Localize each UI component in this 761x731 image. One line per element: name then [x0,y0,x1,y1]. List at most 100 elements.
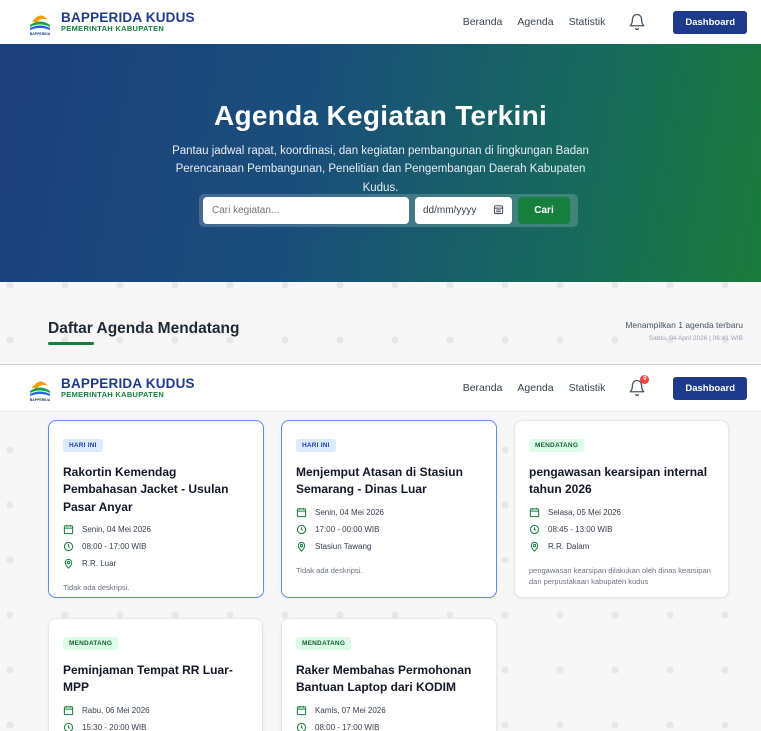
agenda-date: Kamis, 07 Mei 2026 [315,705,386,715]
date-placeholder: dd/mm/yyyy [423,205,477,216]
section-title-underline [48,342,94,345]
agenda-title: Rakortin Kemendag Pembahasan Jacket - Us… [63,465,229,514]
svg-text:BAPPERIDA: BAPPERIDA [30,398,51,402]
agenda-card[interactable]: MENDATANG Raker Membahas Permohonan Bant… [281,618,497,731]
agenda-status-badge: HARI INI [296,439,336,452]
agenda-time: 15:30 - 20:00 WIB [82,722,147,731]
location-pin-icon [296,541,307,552]
nav-links: Beranda Agenda Statistik Dashboard [463,10,747,34]
nav-link-statistik[interactable]: Statistik [569,16,606,28]
agenda-status-badge: MENDATANG [529,439,585,452]
nav-link-beranda[interactable]: Beranda [463,382,503,394]
search-input[interactable] [203,197,409,224]
agenda-status-badge: MENDATANG [63,637,119,650]
agenda-info: Kamis, 07 Mei 2026 08:00 - 17:00 WIB R.R… [296,705,482,731]
agenda-date-row: Rabu, 06 Mei 2026 [63,705,248,716]
brand-subtitle: PEMERINTAH KABUPATEN [61,24,165,34]
notification-badge: 0 [640,375,650,384]
agenda-status-badge: MENDATANG [296,637,352,650]
clock-icon [529,524,540,535]
agenda-date-row: Kamis, 07 Mei 2026 [296,705,482,716]
agenda-location: Stasiun Tawang [315,541,372,551]
agenda-info: Senin, 04 Mei 2026 17:00 - 00:00 WIB Sta… [296,507,482,552]
agenda-description: pengawasan kearsipan dilakukan oleh dina… [529,565,711,587]
agenda-description: Tidak ada deskripsi. [296,565,363,575]
agenda-section-header: Daftar Agenda Mendatang Menampilkan 1 ag… [0,282,761,365]
hero-description: Pantau jadwal rapat, koordinasi, dan keg… [172,145,589,194]
clock-icon [63,722,74,731]
brand-subtitle: PEMERINTAH KABUPATEN [61,390,165,400]
clock-icon [63,541,74,552]
section-meta: Menampilkan 1 agenda terbaru Sabtu, 04 A… [625,320,743,342]
agenda-info: Senin, 04 Mei 2026 08:00 - 17:00 WIB R.R… [63,524,249,569]
calendar-icon [529,507,540,518]
brand-title: BAPPERIDA KUDUS [61,9,195,25]
agenda-card[interactable]: HARI INI Rakortin Kemendag Pembahasan Ja… [48,420,264,598]
agenda-time: 08:45 - 13:00 WIB [548,524,613,534]
sticky-navbar: BAPPERIDA BAPPERIDA KUDUS PEMERINTAH KAB… [0,365,761,412]
bapperida-logo-icon: BAPPERIDA [28,374,52,402]
agenda-date-row: Selasa, 05 Mei 2026 [529,507,714,518]
agenda-card[interactable]: MENDATANG pengawasan kearsipan internal … [514,420,729,598]
last-updated-timestamp: Sabtu, 04 April 2026 | 06:41 WIB [648,335,743,342]
brand-title: BAPPERIDA KUDUS [61,375,195,391]
agenda-time: 08:00 - 17:00 WIB [315,722,380,731]
search-button[interactable]: Cari [518,197,570,224]
calendar-icon [63,705,74,716]
nav-link-statistik[interactable]: Statistik [569,382,606,394]
nav-link-agenda[interactable]: Agenda [517,382,553,394]
brand[interactable]: BAPPERIDA BAPPERIDA KUDUS PEMERINTAH KAB… [28,8,195,36]
agenda-card[interactable]: HARI INI Menjemput Atasan di Stasiun Sem… [281,420,497,598]
location-pin-icon [63,558,74,569]
agenda-time-row: 17:00 - 00:00 WIB [296,524,482,535]
agenda-location-row: R.R. Dalam [529,541,714,552]
agenda-location-row: R.R. Luar [63,558,249,569]
nav-links: Beranda Agenda Statistik 0 Dashboard [463,375,747,400]
agenda-grid: HARI INI Rakortin Kemendag Pembahasan Ja… [0,412,761,731]
agenda-title: Menjemput Atasan di Stasiun Semarang - D… [296,465,463,497]
agenda-info: Rabu, 06 Mei 2026 15:30 - 20:00 WIB RR L… [63,705,248,731]
section-title: Daftar Agenda Mendatang [48,320,240,337]
agenda-date: Senin, 04 Mei 2026 [315,507,384,517]
agenda-location: R.R. Dalam [548,541,590,551]
agenda-date-row: Senin, 04 Mei 2026 [296,507,482,518]
agenda-time-row: 08:00 - 17:00 WIB [63,541,249,552]
agenda-date: Rabu, 06 Mei 2026 [82,705,150,715]
agenda-date-row: Senin, 04 Mei 2026 [63,524,249,535]
svg-text:BAPPERIDA: BAPPERIDA [30,32,51,36]
agenda-time-row: 08:45 - 13:00 WIB [529,524,714,535]
clock-icon [296,722,307,731]
dashboard-button[interactable]: Dashboard [673,10,747,34]
agenda-location: R.R. Luar [82,559,117,569]
calendar-icon [63,524,74,535]
calendar-icon[interactable] [493,204,504,218]
bell-icon[interactable] [628,13,646,31]
agenda-title: Peminjaman Tempat RR Luar-MPP [63,663,233,695]
calendar-icon [296,705,307,716]
agenda-location-row: Stasiun Tawang [296,541,482,552]
agenda-time-row: 15:30 - 20:00 WIB [63,722,248,731]
location-pin-icon [529,541,540,552]
bell-icon[interactable]: 0 [628,375,650,397]
nav-link-agenda[interactable]: Agenda [517,16,553,28]
agenda-time-row: 08:00 - 17:00 WIB [296,722,482,731]
dashboard-button[interactable]: Dashboard [673,376,747,400]
agenda-date: Selasa, 05 Mei 2026 [548,507,621,517]
clock-icon [296,524,307,535]
agenda-card[interactable]: MENDATANG Peminjaman Tempat RR Luar-MPP … [48,618,263,731]
search-bar: dd/mm/yyyy Cari [199,194,578,227]
nav-link-beranda[interactable]: Beranda [463,16,503,28]
hero-title: Agenda Kegiatan Terkini [213,100,548,131]
agenda-title: pengawasan kearsipan internal tahun 2026 [529,465,708,497]
agenda-count-text: Menampilkan 1 agenda terbaru [625,320,743,330]
hero-banner: Agenda Kegiatan Terkini Pantau jadwal ra… [0,44,761,282]
calendar-icon [296,507,307,518]
brand[interactable]: BAPPERIDA BAPPERIDA KUDUS PEMERINTAH KAB… [28,374,195,402]
date-input[interactable]: dd/mm/yyyy [415,197,512,224]
bapperida-logo-icon: BAPPERIDA [28,8,52,36]
agenda-info: Selasa, 05 Mei 2026 08:45 - 13:00 WIB R.… [529,507,714,552]
agenda-title: Raker Membahas Permohonan Bantuan Laptop… [296,663,472,695]
agenda-status-badge: HARI INI [63,439,103,452]
agenda-time: 17:00 - 00:00 WIB [315,524,380,534]
agenda-time: 08:00 - 17:00 WIB [82,542,147,552]
